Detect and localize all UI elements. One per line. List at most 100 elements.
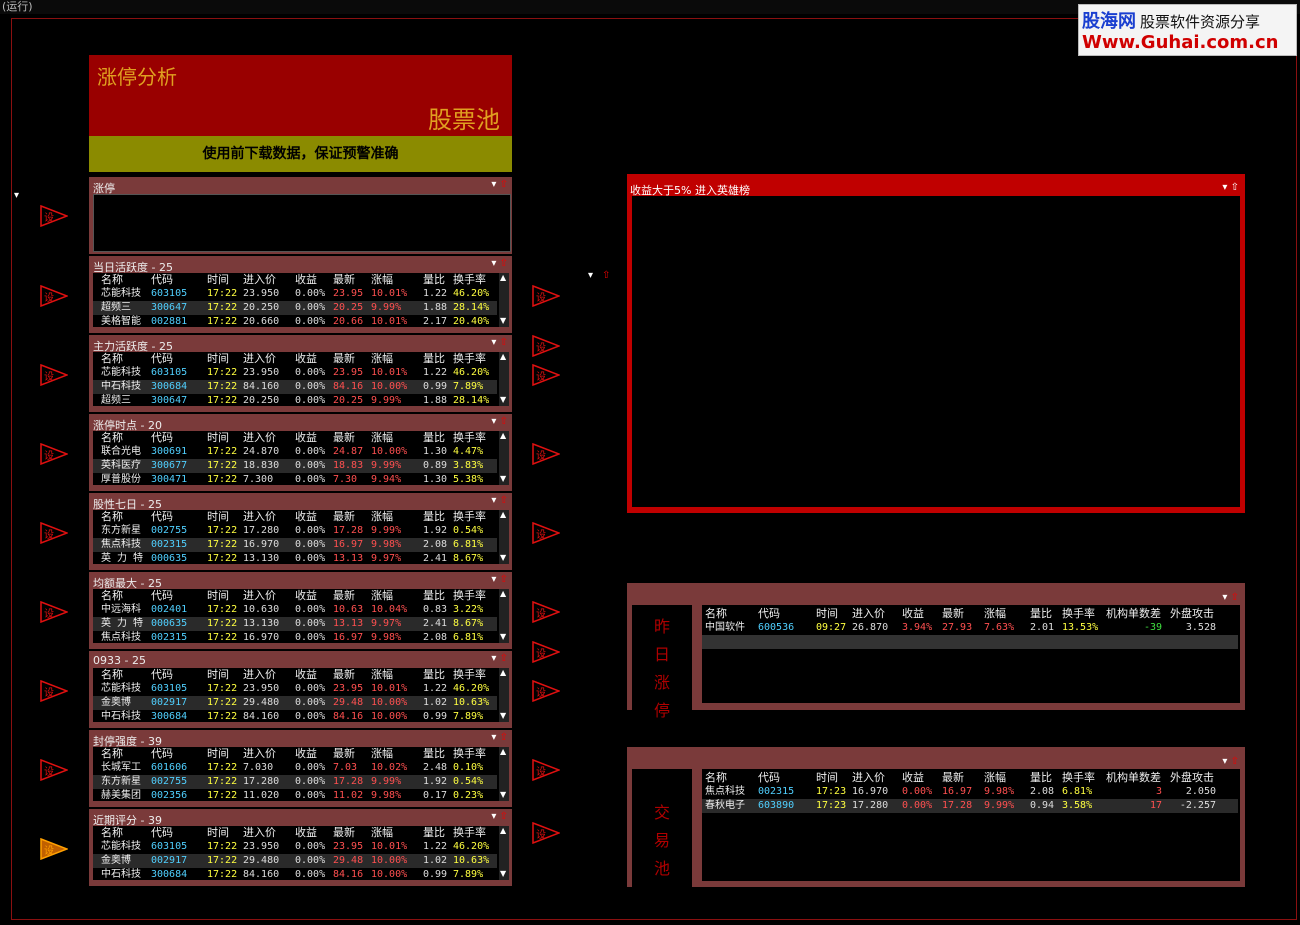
- alert-arrow-icon[interactable]: 设: [40, 363, 70, 387]
- dropdown-icon[interactable]: ▾: [1222, 182, 1227, 193]
- table-row[interactable]: 芯能科技 603105 17:22 23.950 0.00% 23.95 10.01% 1.2…: [93, 366, 497, 380]
- arrow-up-icon[interactable]: ⇧: [496, 732, 508, 743]
- dropdown-icon[interactable]: ▾: [588, 270, 593, 281]
- alert-arrow-icon[interactable]: 设: [532, 758, 562, 782]
- stock-table[interactable]: 名称 代码 时间 进入价 收益 最新 涨幅 量比 换手率 中远海科 002401 17:22 10.63…: [93, 589, 509, 643]
- table-row[interactable]: 焦点科技 002315 17:23 16.970 0.00% 16.97 9.98% 2.08…: [702, 785, 1238, 799]
- scroll-up-icon[interactable]: ▲: [500, 668, 506, 677]
- scrollbar[interactable]: ▲ ▼: [499, 431, 509, 485]
- table-row[interactable]: 美格智能 002881 17:22 20.660 0.00% 20.66 10.01% 2.1…: [93, 315, 497, 329]
- table-row[interactable]: 东方新星 002755 17:22 17.280 0.00% 17.28 9.99% 1.92…: [93, 524, 497, 538]
- table-row[interactable]: 联合光电 300691 17:22 24.870 0.00% 24.87 10.00% 1.3…: [93, 445, 497, 459]
- alert-arrow-icon[interactable]: 设: [532, 600, 562, 624]
- stock-table[interactable]: 名称 代码 时间 进入价 收益 最新 涨幅 量比 换手率 芯能科技 603105 17:22 23.95…: [93, 273, 509, 327]
- scroll-down-icon[interactable]: ▼: [500, 316, 506, 325]
- alert-arrow-icon[interactable]: 设: [532, 679, 562, 703]
- dropdown-icon[interactable]: ▾: [1222, 592, 1227, 603]
- arrow-up-icon[interactable]: ⇧: [496, 495, 508, 506]
- table-row[interactable]: 金奥博 002917 17:22 29.480 0.00% 29.48 10.00% 1.02…: [93, 696, 497, 710]
- alert-arrow-icon[interactable]: 设: [40, 284, 70, 308]
- stock-table[interactable]: 名称 代码 时间 进入价 收益 最新 涨幅 量比 换手率 东方新星 002755 17:22 17.28…: [93, 510, 509, 564]
- scroll-up-icon[interactable]: ▲: [500, 352, 506, 361]
- stock-table[interactable]: 名称 代码 时间 进入价 收益 最新 涨幅 量比 换手率 长城军工 601606 17:22 7.030…: [93, 747, 509, 801]
- alert-arrow-icon[interactable]: 设: [40, 758, 70, 782]
- alert-arrow-icon[interactable]: 设: [532, 521, 562, 545]
- table-row[interactable]: 芯能科技 603105 17:22 23.950 0.00% 23.95 10.01% 1.2…: [93, 682, 497, 696]
- arrow-up-icon[interactable]: ⇧: [602, 270, 610, 281]
- arrow-up-icon[interactable]: ⇧: [496, 653, 508, 664]
- scrollbar[interactable]: ▲ ▼: [499, 747, 509, 801]
- table-row[interactable]: 赫美集团 002356 17:22 11.020 0.00% 11.02 9.98% 0.17…: [93, 789, 497, 803]
- trade-pool-table[interactable]: 名称 代码 时间 进入价 收益 最新 涨幅 量比 换手率 机构单数差 外盘攻击 焦点科技 002315 1…: [702, 769, 1240, 881]
- scrollbar[interactable]: ▲ ▼: [499, 273, 509, 327]
- stock-table[interactable]: 名称 代码 时间 进入价 收益 最新 涨幅 量比 换手率 芯能科技 603105 17:22 23.95…: [93, 668, 509, 722]
- table-row[interactable]: 长城军工 601606 17:22 7.030 0.00% 7.03 10.02% 2.48 0…: [93, 761, 497, 775]
- scrollbar[interactable]: ▲ ▼: [499, 826, 509, 880]
- alert-arrow-icon[interactable]: 设: [532, 363, 562, 387]
- table-row[interactable]: 超频三 300647 17:22 20.250 0.00% 20.25 9.99% 1.88 2…: [93, 394, 497, 408]
- table-row[interactable]: 中国软件 600536 09:27 26.870 3.94% 27.93 7.63% 2.01…: [702, 621, 1238, 635]
- arrow-up-icon[interactable]: ⇧: [496, 811, 508, 822]
- arrow-up-icon[interactable]: ⇧: [496, 258, 508, 269]
- alert-arrow-icon[interactable]: 设: [532, 821, 562, 845]
- scroll-down-icon[interactable]: ▼: [500, 711, 506, 720]
- table-row[interactable]: 中石科技 300684 17:22 84.160 0.00% 84.16 10.00% 0.9…: [93, 710, 497, 724]
- table-row[interactable]: 超频三 300647 17:22 20.250 0.00% 20.25 9.99% 1.88 2…: [93, 301, 497, 315]
- hero-table[interactable]: [632, 196, 1240, 507]
- table-row[interactable]: 春秋电子 603890 17:23 17.280 0.00% 17.28 9.99% 0.94…: [702, 799, 1238, 813]
- alert-arrow-icon[interactable]: 设: [40, 837, 70, 861]
- table-row[interactable]: 焦点科技 002315 17:22 16.970 0.00% 16.97 9.98% 2.08…: [93, 538, 497, 552]
- scroll-up-icon[interactable]: ▲: [500, 273, 506, 282]
- scroll-down-icon[interactable]: ▼: [500, 474, 506, 483]
- table-row[interactable]: 金奥博 002917 17:22 29.480 0.00% 29.48 10.00% 1.02…: [93, 854, 497, 868]
- table-row[interactable]: 焦点科技 002315 17:22 16.970 0.00% 16.97 9.98% 2.08…: [93, 631, 497, 645]
- arrow-up-icon[interactable]: ⇧: [496, 416, 508, 427]
- scroll-up-icon[interactable]: ▲: [500, 431, 506, 440]
- yesterday-table[interactable]: 名称 代码 时间 进入价 收益 最新 涨幅 量比 换手率 机构单数差 外盘攻击 中国软件 600536 0…: [702, 605, 1240, 703]
- scroll-up-icon[interactable]: ▲: [500, 510, 506, 519]
- table-row[interactable]: 英 力 特 000635 17:22 13.130 0.00% 13.13 9.97% 2.4…: [93, 617, 497, 631]
- arrow-up-icon[interactable]: ⇧: [1231, 592, 1239, 603]
- scrollbar[interactable]: ▲ ▼: [499, 668, 509, 722]
- scroll-down-icon[interactable]: ▼: [500, 395, 506, 404]
- arrow-up-icon[interactable]: ⇧: [496, 337, 508, 348]
- scroll-down-icon[interactable]: ▼: [500, 790, 506, 799]
- scroll-down-icon[interactable]: ▼: [500, 553, 506, 562]
- scroll-down-icon[interactable]: ▼: [500, 632, 506, 641]
- scroll-up-icon[interactable]: ▲: [500, 747, 506, 756]
- alert-arrow-icon[interactable]: 设: [40, 600, 70, 624]
- table-row[interactable]: 中远海科 002401 17:22 10.630 0.00% 10.63 10.04% 0.8…: [93, 603, 497, 617]
- alert-arrow-icon[interactable]: 设: [532, 640, 562, 664]
- scroll-up-icon[interactable]: ▲: [500, 826, 506, 835]
- scroll-down-icon[interactable]: ▼: [500, 869, 506, 878]
- arrow-up-icon[interactable]: ⇧: [1231, 756, 1239, 767]
- alert-arrow-icon[interactable]: 设: [40, 442, 70, 466]
- scrollbar[interactable]: ▲ ▼: [499, 510, 509, 564]
- table-row[interactable]: 中石科技 300684 17:22 84.160 0.00% 84.16 10.00% 0.9…: [93, 868, 497, 882]
- table-row[interactable]: 芯能科技 603105 17:22 23.950 0.00% 23.95 10.01% 1.2…: [93, 840, 497, 854]
- stock-table[interactable]: 名称 代码 时间 进入价 收益 最新 涨幅 量比 换手率 芯能科技 603105 17:22 23.95…: [93, 352, 509, 406]
- alert-arrow-icon[interactable]: 设: [532, 284, 562, 308]
- scrollbar[interactable]: ▲ ▼: [499, 352, 509, 406]
- table-row[interactable]: 芯能科技 603105 17:22 23.950 0.00% 23.95 10.01% 1.2…: [93, 287, 497, 301]
- table-row[interactable]: 东方新星 002755 17:22 17.280 0.00% 17.28 9.99% 1.92…: [93, 775, 497, 789]
- arrow-up-icon[interactable]: ⇧: [1231, 182, 1239, 193]
- stock-table[interactable]: [93, 194, 511, 252]
- table-row[interactable]: 中石科技 300684 17:22 84.160 0.00% 84.16 10.00% 0.9…: [93, 380, 497, 394]
- scrollbar[interactable]: ▲ ▼: [499, 589, 509, 643]
- stock-table[interactable]: 名称 代码 时间 进入价 收益 最新 涨幅 量比 换手率 芯能科技 603105 17:22 23.95…: [93, 826, 509, 880]
- alert-arrow-icon[interactable]: 设: [40, 679, 70, 703]
- table-row[interactable]: 英科医疗 300677 17:22 18.830 0.00% 18.83 9.99% 0.89…: [93, 459, 497, 473]
- alert-arrow-icon[interactable]: 设: [532, 442, 562, 466]
- table-row[interactable]: 英 力 特 000635 17:22 13.130 0.00% 13.13 9.97% 2.4…: [93, 552, 497, 566]
- arrow-up-icon[interactable]: ⇧: [496, 179, 508, 190]
- scroll-up-icon[interactable]: ▲: [500, 589, 506, 598]
- dropdown-icon[interactable]: ▾: [14, 190, 19, 201]
- alert-arrow-icon[interactable]: 设: [40, 204, 70, 228]
- alert-arrow-icon[interactable]: 设: [532, 334, 562, 358]
- dropdown-icon[interactable]: ▾: [1222, 756, 1227, 767]
- table-row[interactable]: 厚普股份 300471 17:22 7.300 0.00% 7.30 9.94% 1.30 5.…: [93, 473, 497, 487]
- arrow-up-icon[interactable]: ⇧: [496, 574, 508, 585]
- alert-arrow-icon[interactable]: 设: [40, 521, 70, 545]
- stock-table[interactable]: 名称 代码 时间 进入价 收益 最新 涨幅 量比 换手率 联合光电 300691 17:22 24.87…: [93, 431, 509, 485]
